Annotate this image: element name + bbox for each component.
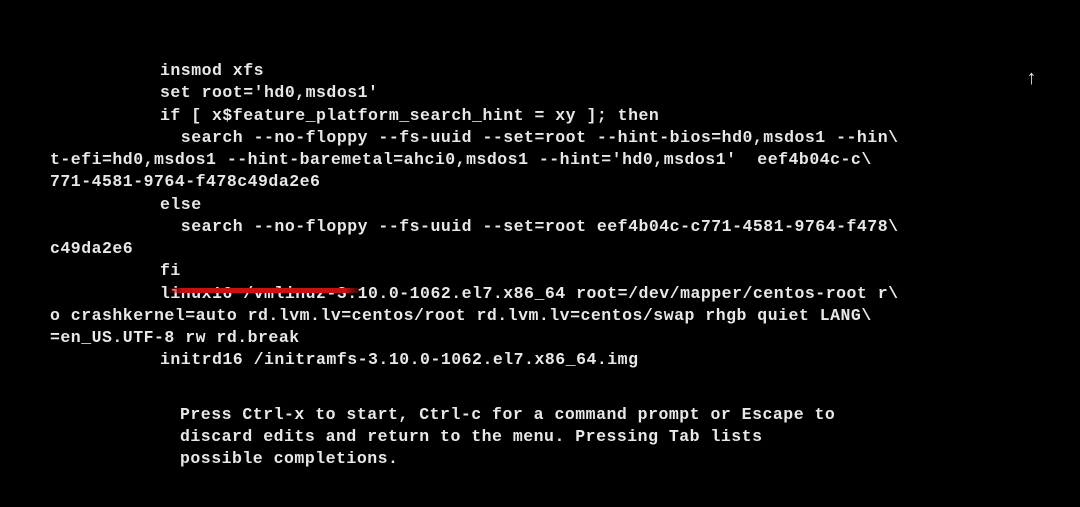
config-line: insmod xfs xyxy=(50,60,1050,82)
scroll-up-arrow-icon: ↑ xyxy=(1025,66,1038,93)
config-line: else xyxy=(50,194,1050,216)
config-line: set root='hd0,msdos1' xyxy=(50,82,1050,104)
annotation-underline xyxy=(167,288,362,293)
grub-editor[interactable]: insmod xfs set root='hd0,msdos1' if [ x$… xyxy=(0,60,1080,471)
config-line: search --no-floppy --fs-uuid --set=root … xyxy=(50,127,1050,149)
config-line: t-efi=hd0,msdos1 --hint-baremetal=ahci0,… xyxy=(50,149,1050,171)
help-line: possible completions. xyxy=(180,448,840,470)
config-line: c49da2e6 xyxy=(50,238,1050,260)
config-line: linux16 /vmlinuz-3.10.0-1062.el7.x86_64 … xyxy=(50,283,1050,305)
help-line: discard edits and return to the menu. Pr… xyxy=(180,426,840,448)
help-line: Press Ctrl-x to start, Ctrl-c for a comm… xyxy=(180,404,840,426)
config-line: fi xyxy=(50,260,1050,282)
config-line: if [ x$feature_platform_search_hint = xy… xyxy=(50,105,1050,127)
config-line: initrd16 /initramfs-3.10.0-1062.el7.x86_… xyxy=(50,349,1050,371)
config-line: search --no-floppy --fs-uuid --set=root … xyxy=(50,216,1050,238)
config-line: o crashkernel=auto rd.lvm.lv=centos/root… xyxy=(50,305,1050,327)
config-line: 771-4581-9764-f478c49da2e6 xyxy=(50,171,1050,193)
help-text: Press Ctrl-x to start, Ctrl-c for a comm… xyxy=(50,404,840,471)
config-line-highlighted: =en_US.UTF-8 rw rd.break xyxy=(50,327,1050,349)
